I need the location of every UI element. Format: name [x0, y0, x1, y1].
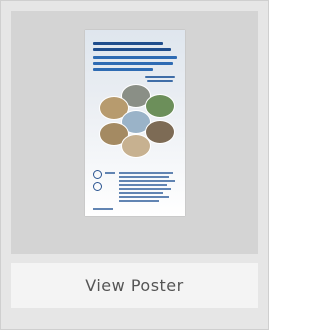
poster-text-line — [93, 208, 113, 210]
view-poster-button[interactable]: View Poster — [11, 263, 258, 308]
poster-text-line — [119, 184, 167, 186]
poster-photo — [145, 94, 175, 118]
poster-text-line — [119, 200, 159, 202]
poster-card: View Poster — [0, 0, 269, 330]
poster-title-line — [93, 62, 173, 65]
poster-text-line — [119, 176, 169, 178]
poster-text-line — [119, 192, 163, 194]
poster-date-line — [147, 80, 173, 82]
poster-text-line — [119, 196, 169, 198]
poster-thumbnail-area[interactable] — [11, 11, 258, 254]
poster-photo — [121, 134, 151, 158]
poster-text-line — [119, 172, 173, 174]
poster-logo — [93, 170, 102, 179]
poster-thumbnail-image[interactable] — [85, 30, 185, 216]
poster-text-line — [119, 188, 171, 190]
card-divider — [11, 254, 258, 263]
poster-text-line — [105, 172, 115, 174]
poster-title-line — [93, 68, 153, 71]
poster-title-line — [93, 42, 163, 45]
poster-date-line — [145, 76, 175, 78]
poster-title-line — [93, 48, 171, 51]
poster-title-line — [93, 56, 177, 59]
poster-text-line — [119, 180, 175, 182]
poster-logo — [93, 182, 102, 191]
